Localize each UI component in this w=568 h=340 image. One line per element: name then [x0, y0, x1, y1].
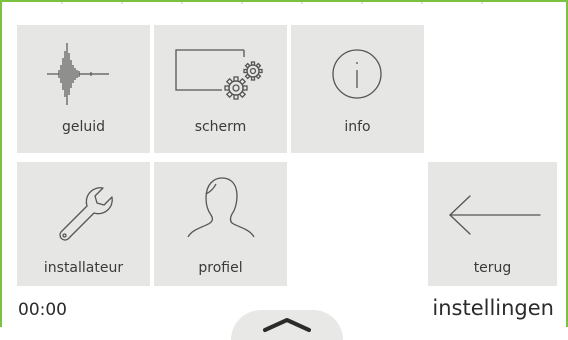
clock: 00:00	[18, 300, 67, 320]
info-icon	[332, 49, 382, 99]
screen-title: instellingen	[432, 296, 554, 320]
tile-geluid[interactable]: geluid	[17, 25, 150, 153]
screen-settings-icon	[175, 49, 263, 100]
settings-screen: geluid scherm info installateur profiel …	[0, 0, 568, 340]
tile-label: installateur	[43, 260, 124, 276]
tile-profiel[interactable]: profiel	[154, 162, 287, 286]
sound-wave-icon	[47, 43, 109, 105]
tile-label: info	[344, 119, 371, 135]
tile-info[interactable]: info	[291, 25, 424, 153]
tile-label: scherm	[194, 119, 247, 135]
slide-up-handle[interactable]	[231, 310, 343, 340]
tile-installateur[interactable]: installateur	[17, 162, 150, 286]
arrow-left-icon	[449, 195, 541, 235]
chevron-up-icon	[263, 318, 311, 332]
tile-scherm[interactable]: scherm	[154, 25, 287, 153]
user-profile-icon	[187, 177, 255, 238]
wrench-icon	[59, 187, 113, 241]
tile-label: profiel	[198, 260, 243, 276]
tile-terug[interactable]: terug	[428, 162, 557, 286]
tile-label: terug	[473, 260, 512, 276]
tile-label: geluid	[61, 119, 106, 135]
top-edge-decoration	[61, 2, 483, 4]
